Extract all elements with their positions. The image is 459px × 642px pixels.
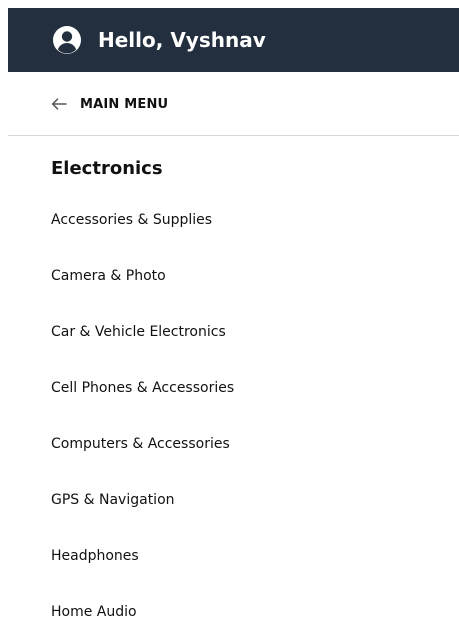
menu-item-car-vehicle-electronics[interactable]: Car & Vehicle Electronics <box>0 304 459 360</box>
category-list: Accessories & Supplies Camera & Photo Ca… <box>0 192 459 640</box>
account-circle-icon <box>51 24 83 56</box>
greeting-text: Hello, Vyshnav <box>98 28 266 52</box>
arrow-left-icon <box>51 98 67 110</box>
menu-item-computers-accessories[interactable]: Computers & Accessories <box>0 416 459 472</box>
main-menu-label: MAIN MENU <box>80 97 169 112</box>
menu-item-accessories-supplies[interactable]: Accessories & Supplies <box>0 192 459 248</box>
menu-item-headphones[interactable]: Headphones <box>0 528 459 584</box>
menu-item-home-audio[interactable]: Home Audio <box>0 584 459 640</box>
section-title: Electronics <box>51 158 163 179</box>
menu-item-cell-phones-accessories[interactable]: Cell Phones & Accessories <box>0 360 459 416</box>
main-menu-back-button[interactable]: MAIN MENU <box>8 72 459 136</box>
menu-item-camera-photo[interactable]: Camera & Photo <box>0 248 459 304</box>
account-header[interactable]: Hello, Vyshnav <box>8 8 459 72</box>
menu-panel: Hello, Vyshnav MAIN MENU Electronics Acc… <box>0 0 459 642</box>
menu-item-gps-navigation[interactable]: GPS & Navigation <box>0 472 459 528</box>
